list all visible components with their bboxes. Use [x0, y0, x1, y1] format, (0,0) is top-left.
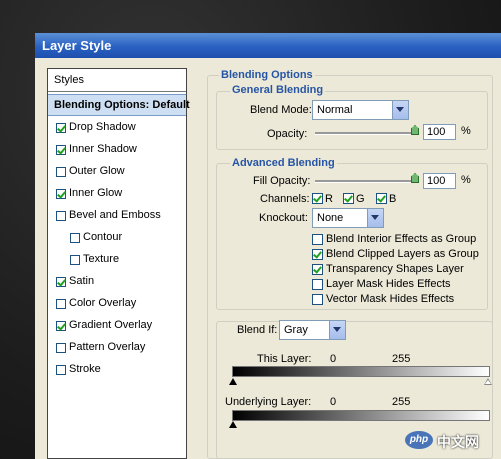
sidebar-item-label: Stroke — [69, 363, 101, 375]
texture-checkbox[interactable] — [70, 255, 80, 265]
blending-options-title: Blending Options — [219, 69, 315, 81]
knockout-value: None — [317, 212, 344, 224]
inner-glow-checkbox[interactable] — [56, 189, 66, 199]
satin-checkbox[interactable] — [56, 277, 66, 287]
underlying-layer-label: Underlying Layer: — [225, 396, 312, 408]
gradient-overlay-checkbox[interactable] — [56, 321, 66, 331]
sidebar-item-label: Gradient Overlay — [69, 319, 153, 331]
blend-mode-select[interactable]: Normal — [312, 100, 409, 120]
chevron-down-icon[interactable] — [367, 209, 383, 227]
sidebar-item-label: Bevel and Emboss — [69, 209, 161, 221]
sidebar-item-pattern-overlay[interactable]: Pattern Overlay — [48, 337, 186, 359]
drop-shadow-checkbox[interactable] — [56, 123, 66, 133]
styles-header-label: Styles — [54, 74, 84, 86]
dialog-title: Layer Style — [42, 38, 112, 53]
fill-opacity-label: Fill Opacity: — [253, 175, 311, 187]
outer-glow-checkbox[interactable] — [56, 167, 66, 177]
inner-shadow-checkbox[interactable] — [56, 145, 66, 155]
knockout-select[interactable]: None — [312, 208, 384, 228]
blend-mode-value: Normal — [317, 104, 353, 116]
underlying-layer-gradient-bar — [232, 410, 490, 421]
sidebar-item-label: Outer Glow — [69, 165, 125, 177]
channel-g-label: G — [356, 193, 365, 205]
sidebar-item-label: Inner Glow — [69, 187, 123, 199]
chevron-down-icon[interactable] — [392, 101, 408, 119]
blend-clipped-checkbox[interactable] — [312, 249, 323, 260]
sidebar-item-stroke[interactable]: Stroke — [48, 359, 186, 381]
watermark-text: 中文网 — [437, 434, 479, 450]
sidebar-item-contour[interactable]: Contour — [48, 227, 186, 249]
sidebar-item-label: Color Overlay — [69, 297, 137, 309]
sidebar-item-color-overlay[interactable]: Color Overlay — [48, 293, 186, 315]
fill-opacity-slider-track[interactable] — [315, 180, 417, 183]
channel-b-label: B — [389, 193, 397, 205]
sidebar-item-blending-options[interactable]: Blending Options: Default — [48, 94, 190, 116]
knockout-label: Knockout: — [259, 212, 308, 224]
channel-b-checkbox[interactable] — [376, 193, 387, 204]
sidebar-item-drop-shadow[interactable]: Drop Shadow — [48, 117, 186, 139]
blend-interior-label: Blend Interior Effects as Group — [326, 233, 477, 245]
sidebar-item-label: Satin — [69, 275, 95, 287]
opacity-unit: % — [461, 125, 471, 137]
stroke-checkbox[interactable] — [56, 365, 66, 375]
layer-mask-hides-checkbox[interactable] — [312, 279, 323, 290]
fill-opacity-value: 100 — [427, 175, 446, 187]
this-layer-gradient-bar — [232, 366, 490, 377]
blend-clipped-label: Blend Clipped Layers as Group — [326, 248, 479, 260]
php-logo: php — [405, 431, 433, 449]
transparency-shapes-checkbox[interactable] — [312, 264, 323, 275]
channel-g-checkbox[interactable] — [343, 193, 354, 204]
sidebar-item-gradient-overlay[interactable]: Gradient Overlay — [48, 315, 186, 337]
general-blending-title: General Blending — [230, 84, 326, 96]
sidebar-item-satin[interactable]: Satin — [48, 271, 186, 293]
this-layer-label: This Layer: — [257, 353, 312, 365]
sidebar-item-label: Blending Options: Default — [54, 99, 190, 111]
channels-label: Channels: — [260, 193, 310, 205]
opacity-label: Opacity: — [267, 128, 308, 140]
this-layer-max: 255 — [392, 353, 411, 365]
color-overlay-checkbox[interactable] — [56, 299, 66, 309]
sidebar-item-label: Pattern Overlay — [69, 341, 146, 353]
sidebar-item-label: Contour — [83, 231, 123, 243]
sidebar-item-inner-shadow[interactable]: Inner Shadow — [48, 139, 186, 161]
bevel-emboss-checkbox[interactable] — [56, 211, 66, 221]
dialog-titlebar[interactable]: Layer Style — [35, 33, 501, 58]
blend-if-value: Gray — [284, 324, 308, 336]
contour-checkbox[interactable] — [70, 233, 80, 243]
this-layer-min: 0 — [330, 353, 337, 365]
sidebar-item-label: Texture — [83, 253, 120, 265]
styles-header[interactable]: Styles — [48, 69, 186, 92]
opacity-value: 100 — [427, 126, 446, 138]
sidebar-item-label: Drop Shadow — [69, 121, 136, 133]
sidebar-item-texture[interactable]: Texture — [48, 249, 186, 271]
channel-r-label: R — [325, 193, 333, 205]
blend-if-select[interactable]: Gray — [279, 320, 346, 340]
transparency-shapes-label: Transparency Shapes Layer — [326, 263, 464, 275]
vector-mask-hides-label: Vector Mask Hides Effects — [326, 293, 455, 305]
channel-r-checkbox[interactable] — [312, 193, 323, 204]
sidebar-item-inner-glow[interactable]: Inner Glow — [48, 183, 186, 205]
this-layer-black-slider[interactable] — [229, 378, 237, 385]
this-layer-white-slider[interactable] — [484, 378, 492, 385]
fill-opacity-input[interactable]: 100 — [423, 173, 456, 189]
blend-mode-label: Blend Mode: — [250, 104, 312, 116]
watermark: php 中文网 — [405, 430, 495, 454]
opacity-input[interactable]: 100 — [423, 124, 456, 140]
vector-mask-hides-checkbox[interactable] — [312, 294, 323, 305]
sidebar-item-outer-glow[interactable]: Outer Glow — [48, 161, 186, 183]
blend-interior-checkbox[interactable] — [312, 234, 323, 245]
underlying-layer-min: 0 — [330, 396, 337, 408]
advanced-blending-title: Advanced Blending — [230, 157, 337, 169]
underlying-layer-max: 255 — [392, 396, 411, 408]
fill-opacity-unit: % — [461, 174, 471, 186]
underlying-layer-black-slider[interactable] — [229, 421, 237, 428]
layer-mask-hides-label: Layer Mask Hides Effects — [326, 278, 451, 290]
pattern-overlay-checkbox[interactable] — [56, 343, 66, 353]
sidebar-item-label: Inner Shadow — [69, 143, 137, 155]
sidebar-item-bevel-emboss[interactable]: Bevel and Emboss — [48, 205, 186, 227]
blend-if-label: Blend If: — [237, 324, 278, 336]
chevron-down-icon[interactable] — [329, 321, 345, 339]
opacity-slider-track[interactable] — [315, 132, 417, 135]
